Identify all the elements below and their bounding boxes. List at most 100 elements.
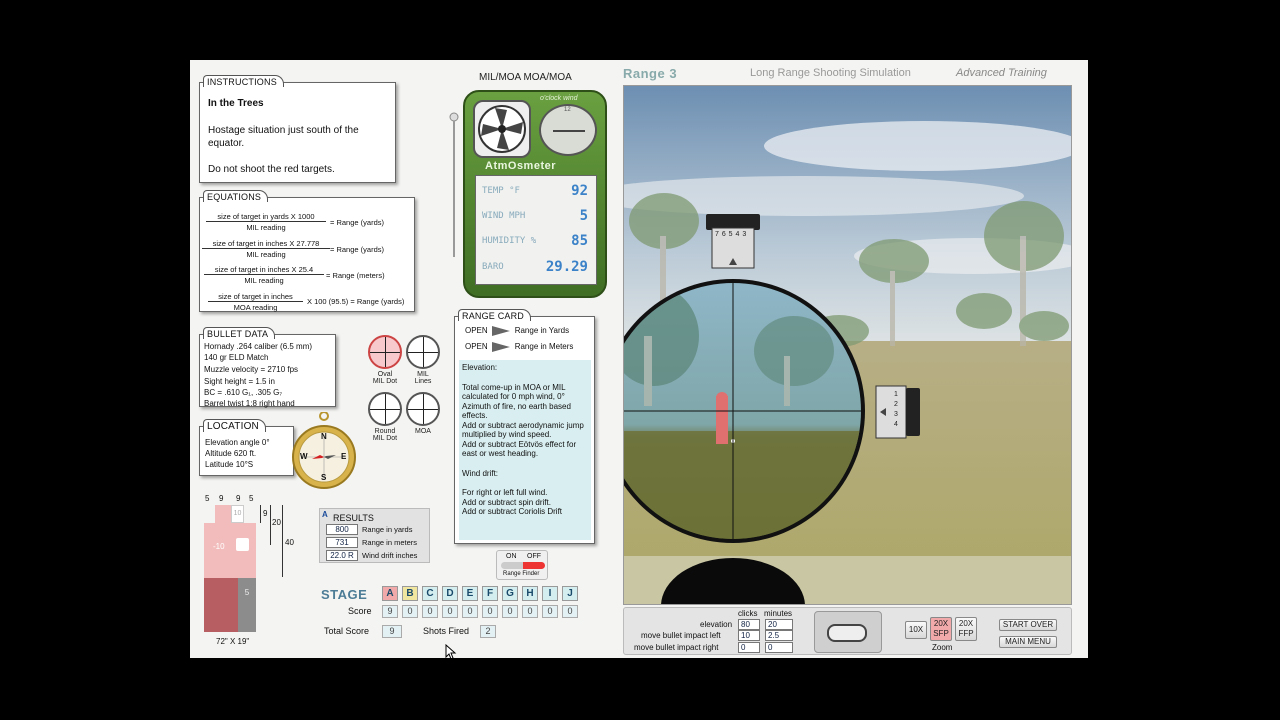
equation-2-numerator: size of target in inches X 27.778 bbox=[202, 239, 330, 249]
range-card-tab: RANGE CARD bbox=[458, 309, 532, 321]
atmosmeter-stand bbox=[449, 112, 459, 262]
range-meters-label: Range in Meters bbox=[514, 342, 574, 351]
scope-thumb-icon bbox=[827, 624, 867, 642]
elevation-title: Elevation: bbox=[462, 363, 498, 372]
main-menu-button[interactable]: MAIN MENU bbox=[999, 636, 1057, 648]
move-right-label: move bullet impact right bbox=[634, 643, 719, 652]
reticle-round-label: Round MIL Dot bbox=[364, 428, 406, 442]
zoom-20x-sfp-line1: 20X bbox=[933, 619, 949, 628]
reticle-moa-label-1: MOA bbox=[415, 428, 431, 435]
rangefinder-label: Range Finder bbox=[503, 571, 540, 577]
zoom-20x-ffp-button[interactable]: 20X FFP bbox=[955, 617, 977, 641]
range-title: Range 3 bbox=[623, 66, 678, 81]
clicks-header: clicks bbox=[738, 609, 758, 618]
equation-1-denominator: MIL reading bbox=[246, 223, 286, 232]
move-left-label: move bullet impact left bbox=[641, 631, 721, 640]
elevation-text-1: Total come-up in MOA or MIL calculated f… bbox=[462, 382, 571, 421]
target-ring-10: 10 bbox=[233, 510, 242, 517]
target-dim-40: 40 bbox=[285, 538, 294, 547]
drift-text-1: For right or left full wind. bbox=[462, 488, 548, 497]
drift-text-3: Add or subtract Coriolis Drift bbox=[462, 507, 563, 516]
compass-w: W bbox=[300, 452, 308, 461]
start-over-button[interactable]: START OVER bbox=[999, 619, 1057, 631]
atmosmeter-stand-graphic bbox=[449, 112, 459, 257]
bullet-line-2: 140 gr ELD Match bbox=[204, 353, 269, 362]
open-yards-button[interactable]: OPEN Range in Yards bbox=[465, 325, 593, 337]
target-head-10: 10 bbox=[231, 505, 244, 523]
stage-c[interactable]: C bbox=[422, 586, 438, 601]
elevation-label: elevation bbox=[700, 620, 733, 629]
mouse-cursor-icon bbox=[445, 643, 457, 658]
score-a: 9 bbox=[382, 605, 398, 618]
stage-a[interactable]: A bbox=[382, 586, 398, 601]
stage-f[interactable]: F bbox=[482, 586, 498, 601]
reticle-oval-mil-dot[interactable] bbox=[368, 335, 402, 369]
wind-fan-graphic bbox=[478, 105, 526, 153]
open-meters-button[interactable]: OPEN Range in Meters bbox=[465, 341, 593, 353]
elevation-text-2: Add or subtract aerodynamic jump multipl… bbox=[462, 420, 584, 440]
bullet-line-5: BC = .610 G₁, .305 G₇ bbox=[204, 388, 283, 397]
reticle-oval-label-1: Oval bbox=[377, 371, 393, 378]
elevation-minutes-input[interactable]: 20 bbox=[765, 619, 793, 630]
compass-e: E bbox=[341, 452, 347, 461]
target-size-label: 72" X 19" bbox=[216, 637, 250, 646]
atmosmeter-display: TEMP °F 92 WIND MPH 5 HUMIDITY % 85 BARO… bbox=[475, 175, 597, 285]
total-score-label: Total Score bbox=[324, 626, 370, 636]
baro-value: 29.29 bbox=[545, 259, 588, 275]
stage-d[interactable]: D bbox=[442, 586, 458, 601]
temp-value: 92 bbox=[571, 183, 588, 199]
drift-text-2: Add or subtract spin drift. bbox=[462, 497, 551, 507]
stage-j[interactable]: J bbox=[562, 586, 578, 601]
temp-label: TEMP °F bbox=[482, 186, 520, 196]
scope-viewport[interactable]: 7 6 5 4 3 1 2 3 4 bbox=[623, 85, 1072, 605]
reticle-round-mil-dot[interactable] bbox=[368, 392, 402, 426]
left-clicks-input[interactable]: 10 bbox=[738, 630, 760, 641]
shots-fired-label: Shots Fired bbox=[423, 626, 470, 636]
instructions-line1: Hostage situation just south of the equa… bbox=[208, 125, 359, 149]
equation-4-fraction: size of target in inches MOA reading bbox=[208, 292, 303, 312]
wind-clock-dial[interactable]: 12 bbox=[539, 104, 597, 156]
range-card-panel: RANGE CARD OPEN Range in Yards OPEN Rang… bbox=[454, 309, 595, 544]
stage-e[interactable]: E bbox=[462, 586, 478, 601]
cursor-graphic bbox=[445, 643, 457, 658]
stage-b[interactable]: B bbox=[402, 586, 418, 601]
target-hostage-hole bbox=[236, 538, 249, 551]
drift-title: Wind drift: bbox=[462, 468, 499, 478]
scope-scene bbox=[624, 86, 1071, 604]
results-drift-label: Wind drift inches bbox=[362, 551, 418, 560]
equations-tab: EQUATIONS bbox=[203, 190, 269, 202]
bullet-data-tab: BULLET DATA bbox=[203, 327, 276, 339]
elevation-clicks-input[interactable]: 80 bbox=[738, 619, 760, 630]
score-f: 0 bbox=[482, 605, 498, 618]
reticle-mil-lines[interactable] bbox=[406, 335, 440, 369]
reticle-moa[interactable] bbox=[406, 392, 440, 426]
stage-g[interactable]: G bbox=[502, 586, 518, 601]
stage-h[interactable]: H bbox=[522, 586, 538, 601]
target-dim-line-3 bbox=[282, 505, 283, 577]
atmosmeter-brand: AtmOsmeter bbox=[485, 160, 557, 172]
scope-thumb-button[interactable] bbox=[814, 611, 882, 653]
score-i: 0 bbox=[542, 605, 558, 618]
compass-s: S bbox=[321, 473, 327, 482]
target-head bbox=[215, 505, 231, 523]
left-minutes-input[interactable]: 2.5 bbox=[765, 630, 793, 641]
rangefinder-toggle[interactable]: ON OFF Range Finder bbox=[496, 550, 548, 580]
minutes-header: minutes bbox=[764, 609, 793, 618]
zoom-20x-sfp-button[interactable]: 20X SFP bbox=[930, 617, 952, 641]
equation-3-denominator: MIL reading bbox=[244, 276, 284, 285]
humidity-label: HUMIDITY % bbox=[482, 236, 537, 246]
reticle-v-line bbox=[385, 337, 386, 367]
instructions-title: In the Trees bbox=[208, 98, 264, 109]
location-panel: LOCATION Elevation angle 0° Altitude 620… bbox=[199, 419, 294, 476]
right-minutes-input[interactable]: 0 bbox=[765, 642, 793, 653]
results-title: RESULTS bbox=[333, 513, 374, 523]
stage-i[interactable]: I bbox=[542, 586, 558, 601]
wind-clock-hand bbox=[553, 130, 585, 132]
right-clicks-input[interactable]: 0 bbox=[738, 642, 760, 653]
equation-1-result: = Range (yards) bbox=[330, 218, 384, 227]
equation-4-denominator: MOA reading bbox=[233, 303, 278, 312]
target-top-num-3: 9 bbox=[236, 494, 241, 503]
zoom-10x-button[interactable]: 10X bbox=[905, 621, 927, 639]
equation-3-result: = Range (meters) bbox=[326, 271, 385, 280]
target-ring-5: 5 bbox=[244, 588, 250, 597]
